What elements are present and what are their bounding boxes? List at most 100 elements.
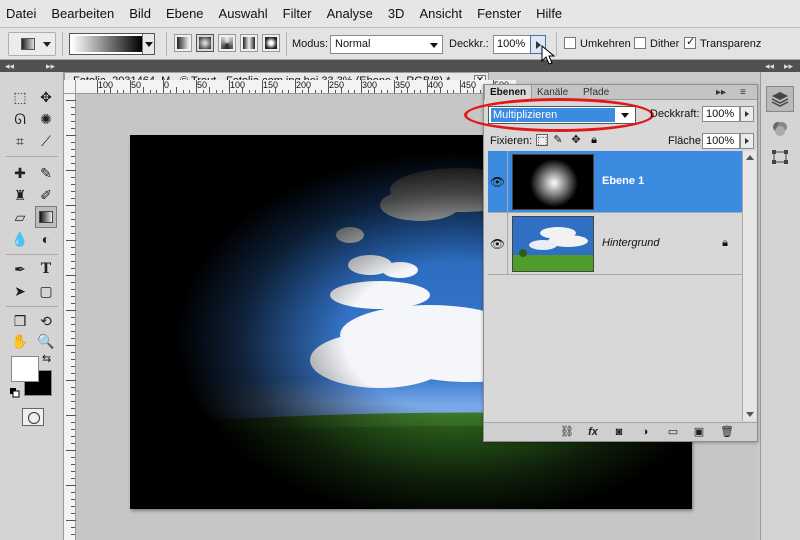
ruler-tick [71, 324, 75, 325]
layer-opacity-slider-button[interactable] [740, 106, 754, 122]
menu-bearbeiten[interactable]: Bearbeiten [51, 6, 114, 21]
new-layer-icon[interactable]: ▣ [690, 425, 708, 439]
ruler-tick [143, 87, 145, 93]
collapse-icon[interactable]: ▸▸ [784, 60, 793, 72]
menu-hilfe[interactable]: Hilfe [536, 6, 562, 21]
default-colors-icon[interactable] [10, 388, 20, 398]
switch-colors-icon[interactable]: ⇆ [42, 352, 51, 365]
radial-gradient-button[interactable] [196, 34, 214, 52]
lock-position-icon[interactable]: ✥ [570, 134, 582, 146]
menu-bild[interactable]: Bild [129, 6, 151, 21]
tab-ebenen[interactable]: Ebenen [484, 85, 533, 100]
menu-auswahl[interactable]: Auswahl [219, 6, 268, 21]
layers-scrollbar[interactable] [742, 151, 756, 421]
tool-preset-picker[interactable] [8, 32, 56, 56]
paths-panel-icon[interactable] [766, 144, 794, 170]
lock-pixels-icon[interactable]: ✎ [552, 134, 564, 146]
move-tool-icon[interactable]: ✥ [35, 86, 57, 108]
mode-select[interactable]: Normal [330, 35, 443, 54]
gradient-picker[interactable] [69, 33, 155, 55]
ruler-tick [66, 415, 76, 416]
hand-tool-icon[interactable]: ✋ [9, 330, 31, 352]
foreground-color-swatch[interactable] [11, 356, 39, 382]
clone-stamp-tool-icon[interactable]: ♜ [9, 184, 31, 206]
lock-all-icon[interactable]: 🔒︎ [588, 134, 600, 146]
layer-name[interactable]: Hintergrund [602, 237, 659, 249]
pen-tool-icon[interactable]: ✒ [9, 258, 31, 280]
quick-mask-button[interactable] [22, 408, 44, 426]
history-brush-tool-icon[interactable]: ✐ [35, 184, 57, 206]
expand-icon[interactable]: ◂◂ [765, 60, 774, 72]
menu-fenster[interactable]: Fenster [477, 6, 521, 21]
ruler-tick [71, 499, 75, 500]
channels-panel-icon[interactable] [766, 116, 794, 142]
eye-icon[interactable]: 👁 [488, 151, 508, 213]
crop-tool-icon[interactable]: ⌗ [9, 130, 31, 152]
layer-name[interactable]: Ebene 1 [602, 175, 644, 187]
dither-checkbox[interactable] [634, 37, 646, 49]
eye-icon[interactable]: 👁 [488, 213, 508, 275]
marquee-tool-icon[interactable]: ⬚ [9, 86, 31, 108]
angle-gradient-button[interactable] [218, 34, 236, 52]
dodge-tool-icon[interactable]: ◐ [35, 228, 57, 250]
horizontal-ruler: 1005005010015020025030035040045050055060… [76, 80, 516, 94]
menu-ebene[interactable]: Ebene [166, 6, 204, 21]
collapse-icon[interactable]: ◂◂ [5, 60, 14, 72]
chevron-down-icon [430, 43, 438, 48]
scroll-down-icon[interactable] [746, 412, 754, 417]
menu-datei[interactable]: Datei [6, 6, 36, 21]
ruler-tick [71, 422, 75, 423]
healing-brush-tool-icon[interactable]: ✚ [9, 162, 31, 184]
eyedropper-tool-icon[interactable]: ⟋ [35, 130, 57, 152]
scroll-up-icon[interactable] [746, 155, 754, 160]
layer-row-ebene-1[interactable]: 👁 Ebene 1 [488, 151, 742, 213]
ruler-tick [71, 268, 75, 269]
new-group-icon[interactable]: ▭ [664, 425, 682, 439]
transparency-checkbox[interactable] [684, 35, 696, 49]
ruler-tick [163, 80, 164, 93]
adjustment-layer-icon[interactable]: ◑ [636, 425, 654, 439]
shape-tool-icon[interactable]: ▢ [35, 280, 57, 302]
ruler-tick [71, 247, 75, 248]
layer-style-fx-icon[interactable]: fx [584, 425, 602, 439]
lock-transparency-icon[interactable]: ⬚ [536, 134, 548, 147]
brush-tool-icon[interactable]: ✎ [35, 162, 57, 184]
magic-wand-tool-icon[interactable]: ✺ [35, 108, 57, 130]
fill-input[interactable]: 100% [702, 133, 740, 149]
layer-opacity-input[interactable]: 100% [702, 106, 740, 122]
menu-ansicht[interactable]: Ansicht [419, 6, 462, 21]
add-mask-icon[interactable]: ◙ [610, 425, 628, 439]
gradient-tool-icon[interactable] [35, 206, 57, 228]
type-tool-icon[interactable]: T [35, 258, 57, 280]
expand-icon[interactable]: ▸▸ [46, 60, 55, 72]
ruler-tick [446, 90, 448, 93]
expand-icon[interactable]: ▸▸ [716, 86, 726, 99]
reverse-checkbox[interactable] [564, 37, 576, 49]
panel-menu-icon[interactable]: ≡ [740, 86, 746, 99]
opacity-input[interactable]: 100% [493, 35, 531, 54]
ruler-tick [394, 80, 395, 93]
menu-filter[interactable]: Filter [283, 6, 312, 21]
menu-analyse[interactable]: Analyse [327, 6, 373, 21]
lasso-tool-icon[interactable]: ᘏ [9, 108, 31, 130]
diamond-gradient-button[interactable] [262, 34, 280, 52]
layers-panel-icon[interactable] [766, 86, 794, 112]
zoom-tool-icon[interactable]: 🔍 [35, 330, 57, 352]
blur-tool-icon[interactable]: 💧 [9, 228, 31, 250]
delete-layer-icon[interactable]: 🗑︎ [718, 425, 736, 439]
3d-rotate-tool-icon[interactable]: ❒ [9, 310, 31, 332]
ruler-tick [66, 170, 76, 171]
gradient-dropdown-button[interactable] [142, 34, 154, 54]
ruler-tick [130, 80, 131, 93]
fill-slider-button[interactable] [740, 133, 754, 149]
ruler-tick [71, 149, 75, 150]
link-layers-icon[interactable]: ⛓ [558, 425, 576, 439]
reflected-gradient-button[interactable] [240, 34, 258, 52]
menu-3d[interactable]: 3D [388, 6, 405, 21]
3d-orbit-tool-icon[interactable]: ⟲ [35, 310, 57, 332]
layer-row-hintergrund[interactable]: 👁 Hintergrund 🔒︎ [488, 213, 742, 275]
linear-gradient-button[interactable] [174, 34, 192, 52]
ruler-tick [202, 90, 204, 93]
eraser-tool-icon[interactable]: ▱ [9, 206, 31, 228]
path-selection-tool-icon[interactable]: ➤ [9, 280, 31, 302]
